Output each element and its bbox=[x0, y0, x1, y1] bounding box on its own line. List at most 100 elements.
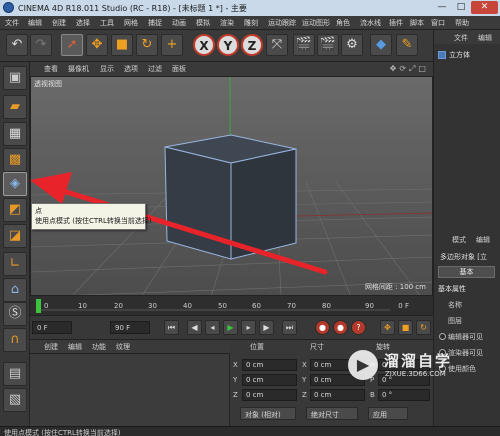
move-key-icon[interactable]: ✥ bbox=[380, 320, 395, 335]
menu-animate[interactable]: 动画 bbox=[172, 18, 186, 28]
material-menu-texture[interactable]: 纹理 bbox=[116, 342, 130, 352]
magnet-icon[interactable]: ∩ bbox=[3, 328, 27, 352]
pos-y-field[interactable]: 0 cm bbox=[242, 374, 297, 386]
scale-key-icon[interactable]: ■ bbox=[398, 320, 413, 335]
rot-b-field[interactable]: 0 ° bbox=[378, 389, 430, 401]
object-item-cube[interactable]: 立方体 bbox=[438, 50, 470, 60]
pen-icon[interactable]: ✎ bbox=[396, 34, 418, 56]
rotate-icon[interactable]: ↻ bbox=[136, 34, 158, 56]
menu-character[interactable]: 角色 bbox=[336, 18, 350, 28]
edges-mode-icon[interactable]: ◩ bbox=[3, 198, 27, 222]
make-editable-icon[interactable]: ▣ bbox=[3, 66, 27, 90]
viewport-menu-view[interactable]: 查看 bbox=[44, 64, 58, 74]
menu-create[interactable]: 创建 bbox=[52, 18, 66, 28]
texture-mode-icon[interactable]: ▦ bbox=[3, 122, 27, 146]
menu-mesh[interactable]: 网格 bbox=[124, 18, 138, 28]
move-icon[interactable]: ✥ bbox=[86, 34, 108, 56]
undo-icon[interactable]: ↶ bbox=[6, 34, 28, 56]
attr-editor-visible-label: 编辑器可见 bbox=[448, 333, 483, 341]
uv-mode-icon[interactable]: ▩ bbox=[3, 148, 27, 172]
menu-sculpt[interactable]: 雕刻 bbox=[244, 18, 258, 28]
viewport-menu-panel[interactable]: 面板 bbox=[172, 64, 186, 74]
play-icon[interactable]: ▶ bbox=[223, 320, 238, 335]
z-axis-icon[interactable]: Z bbox=[241, 34, 263, 56]
menu-motion-tracking[interactable]: 运动跟踪 bbox=[268, 18, 296, 28]
menu-select[interactable]: 选择 bbox=[76, 18, 90, 28]
viewport-menu: 查看 摄像机 显示 选项 过滤 面板 ✥⟳⤢□ bbox=[30, 62, 433, 76]
attr-layer-label: 图层 bbox=[448, 317, 462, 325]
end-frame-field[interactable]: 90 F bbox=[110, 321, 150, 334]
minimize-button[interactable]: — bbox=[433, 1, 451, 14]
viewport-nav-icons[interactable]: ✥⟳⤢□ bbox=[390, 64, 429, 74]
tab-basic[interactable]: 基本 bbox=[438, 266, 495, 278]
material-menu-create[interactable]: 创建 bbox=[44, 342, 58, 352]
x-axis-icon[interactable]: X bbox=[193, 34, 215, 56]
select-icon[interactable]: ➚ bbox=[61, 34, 83, 56]
menu-plugins[interactable]: 插件 bbox=[389, 18, 403, 28]
playhead bbox=[36, 299, 41, 313]
menu-snap[interactable]: 捕捉 bbox=[148, 18, 162, 28]
size-mode-dropdown[interactable]: 绝对尺寸 bbox=[306, 407, 358, 420]
viewport-menu-filter[interactable]: 过滤 bbox=[148, 64, 162, 74]
redo-icon[interactable]: ↷ bbox=[30, 34, 52, 56]
model-mode-icon[interactable]: ▰ bbox=[3, 95, 27, 119]
attribute-menu-mode[interactable]: 模式 bbox=[452, 235, 466, 245]
material-area[interactable] bbox=[30, 354, 230, 426]
material-menu-function[interactable]: 功能 bbox=[92, 342, 106, 352]
menu-window[interactable]: 窗口 bbox=[431, 18, 445, 28]
coord-mode-dropdown[interactable]: 对象 (相对) bbox=[240, 407, 296, 420]
workplane-icon[interactable]: ▧ bbox=[3, 388, 27, 412]
pos-z-field[interactable]: 0 cm bbox=[242, 389, 297, 401]
start-frame-field[interactable]: 0 F bbox=[32, 321, 72, 334]
prev-frame-icon[interactable]: ◂ bbox=[205, 320, 220, 335]
render-settings-icon[interactable]: ⚙ bbox=[341, 34, 363, 56]
points-mode-icon[interactable]: ◈ bbox=[3, 172, 27, 196]
auto-key-icon[interactable]: ● bbox=[333, 320, 348, 335]
world-coord-icon[interactable]: ⤧ bbox=[266, 34, 288, 56]
polygons-mode-icon[interactable]: ◪ bbox=[3, 224, 27, 248]
attribute-menu-edit[interactable]: 编辑 bbox=[476, 235, 490, 245]
cube-icon[interactable]: ◆ bbox=[370, 34, 392, 56]
size-z-field[interactable]: 0 cm bbox=[310, 389, 365, 401]
close-button[interactable]: ✕ bbox=[471, 1, 498, 14]
prev-key-icon[interactable]: ◀ bbox=[187, 320, 202, 335]
menu-edit[interactable]: 编辑 bbox=[28, 18, 42, 28]
menu-mograph[interactable]: 运动图形 bbox=[302, 18, 330, 28]
apply-button[interactable]: 应用 bbox=[368, 407, 408, 420]
viewport-menu-display[interactable]: 显示 bbox=[100, 64, 114, 74]
menu-tools[interactable]: 工具 bbox=[100, 18, 114, 28]
add-icon[interactable]: + bbox=[161, 34, 183, 56]
maximize-button[interactable]: □ bbox=[452, 1, 470, 14]
record-icon[interactable]: ● bbox=[315, 320, 330, 335]
menu-pipeline[interactable]: 流水线 bbox=[360, 18, 381, 28]
viewport-menu-camera[interactable]: 摄像机 bbox=[68, 64, 89, 74]
render-picture-icon[interactable]: 🎬 bbox=[317, 34, 339, 56]
goto-start-icon[interactable]: ⏮ bbox=[164, 320, 179, 335]
next-frame-icon[interactable]: ▸ bbox=[241, 320, 256, 335]
keyframe-selection-icon[interactable]: ? bbox=[351, 320, 366, 335]
lock-icon[interactable]: ▤ bbox=[3, 362, 27, 386]
object-menu-file[interactable]: 文件 bbox=[454, 33, 468, 43]
y-axis-icon[interactable]: Y bbox=[217, 34, 239, 56]
axis-mode-icon[interactable]: ∟ bbox=[3, 252, 27, 276]
tweak-mode-icon[interactable]: ⌂ bbox=[3, 278, 27, 302]
menu-simulate[interactable]: 模拟 bbox=[196, 18, 210, 28]
menu-render[interactable]: 渲染 bbox=[220, 18, 234, 28]
menu-script[interactable]: 脚本 bbox=[410, 18, 424, 28]
editor-visible-radio[interactable] bbox=[439, 333, 446, 340]
viewport-scene bbox=[31, 77, 432, 295]
render-view-icon[interactable]: 🎬 bbox=[293, 34, 315, 56]
goto-end-icon[interactable]: ⏭ bbox=[282, 320, 297, 335]
pos-x-field[interactable]: 0 cm bbox=[242, 359, 297, 371]
perspective-viewport[interactable]: 透视视图 网格间距 : 100 cm bbox=[30, 76, 433, 296]
viewport-menu-options[interactable]: 选项 bbox=[124, 64, 138, 74]
material-menu-edit[interactable]: 编辑 bbox=[68, 342, 82, 352]
object-menu-edit[interactable]: 编辑 bbox=[478, 33, 492, 43]
next-key-icon[interactable]: ▶ bbox=[259, 320, 274, 335]
scale-icon[interactable]: ■ bbox=[111, 34, 133, 56]
timeline[interactable]: 0 10 20 30 40 50 60 70 80 90 0 F bbox=[30, 296, 433, 316]
menu-help[interactable]: 帮助 bbox=[455, 18, 469, 28]
snap-icon[interactable]: Ⓢ bbox=[3, 302, 27, 326]
rotate-key-icon[interactable]: ↻ bbox=[416, 320, 431, 335]
menu-file[interactable]: 文件 bbox=[5, 18, 19, 28]
